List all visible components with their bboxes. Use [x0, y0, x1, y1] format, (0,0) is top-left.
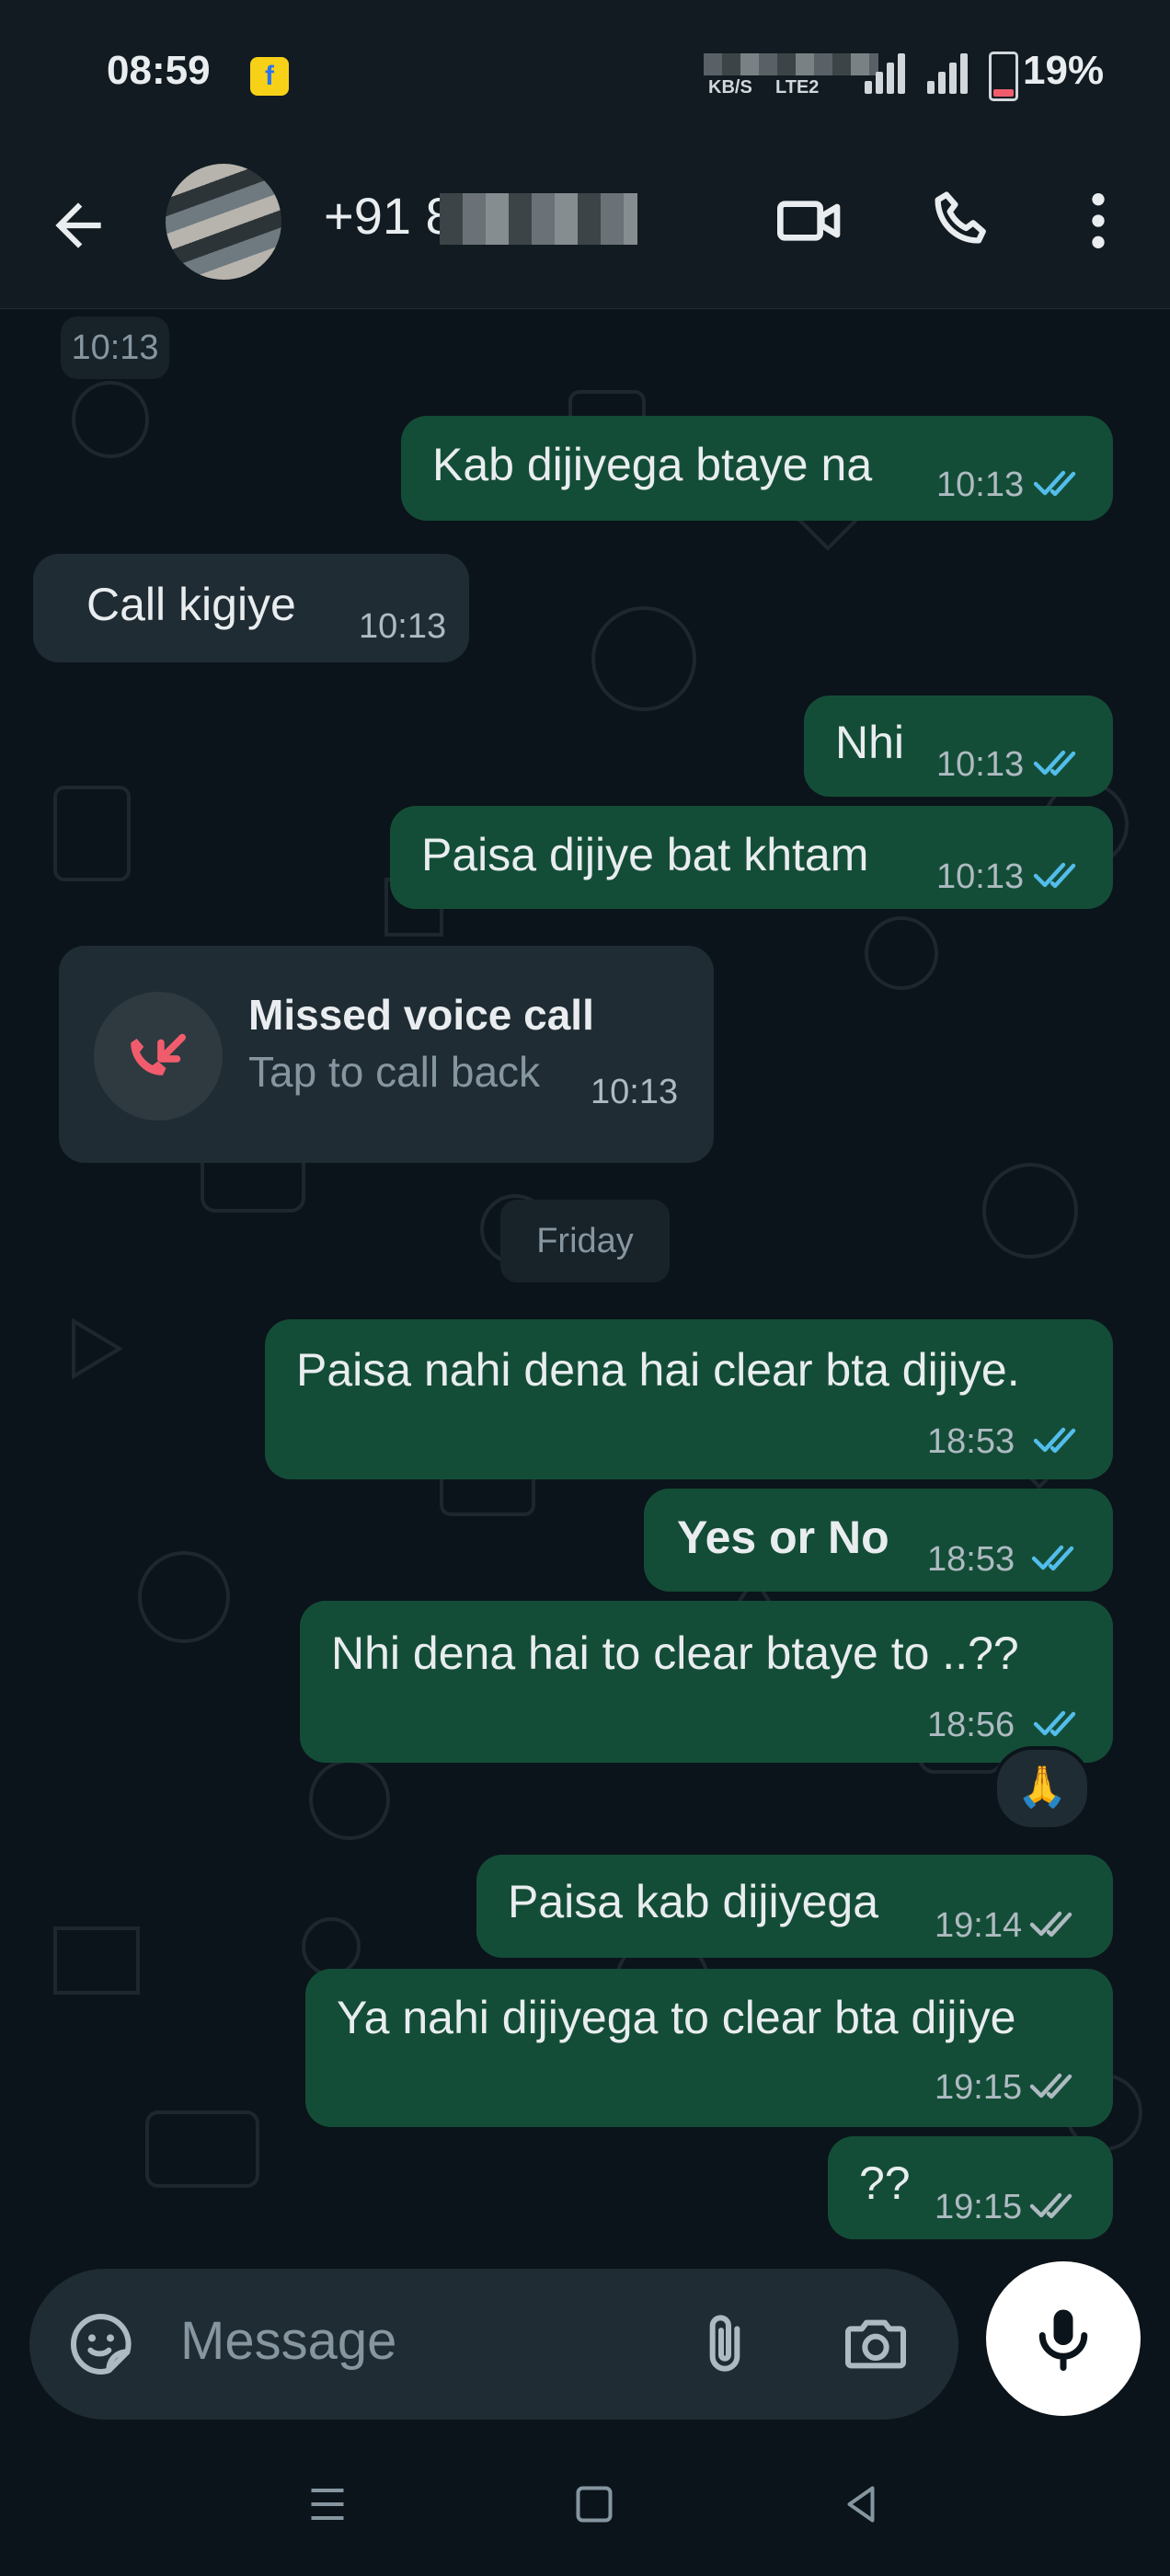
message-text: Nhi	[835, 717, 905, 768]
attach-icon[interactable]	[688, 2307, 762, 2381]
message-bubble-outgoing[interactable]: ?? 19:15	[828, 2136, 1113, 2239]
signal-strength-icon	[865, 53, 907, 94]
message-time: 19:15	[935, 2068, 1023, 2107]
message-time: 18:56	[927, 1706, 1015, 1744]
sticker-icon[interactable]	[64, 2307, 138, 2381]
read-ticks-icon	[1033, 862, 1076, 889]
missed-call-icon	[94, 992, 223, 1121]
message-time: 10:13	[936, 857, 1025, 896]
battery-icon	[989, 52, 1018, 101]
delivered-ticks-icon	[1029, 1911, 1072, 1938]
camera-icon[interactable]	[839, 2307, 912, 2381]
read-ticks-icon	[1033, 750, 1076, 776]
missed-call-title: Missed voice call	[248, 991, 594, 1039]
message-bubble-outgoing[interactable]: Paisa dijiye bat khtam 10:13	[390, 806, 1113, 909]
net-speed-unit: KB/S	[708, 77, 752, 98]
message-time: 19:14	[935, 1906, 1023, 1945]
message-text: Paisa nahi dena hai clear bta dijiye.	[296, 1344, 1020, 1396]
video-call-icon[interactable]	[773, 184, 846, 258]
message-time: 10:13	[936, 466, 1025, 504]
more-options-icon[interactable]	[1061, 184, 1135, 258]
missed-call-subtitle: Tap to call back	[248, 1048, 541, 1096]
message-bubble-outgoing[interactable]: Paisa nahi dena hai clear bta dijiye. 18…	[265, 1319, 1113, 1479]
recents-icon[interactable]	[300, 2477, 355, 2532]
missed-call-card[interactable]: Missed voice call Tap to call back 10:13	[59, 946, 714, 1163]
message-text: Nhi dena hai to clear btaye to ..??	[331, 1627, 1019, 1679]
contact-name-redaction	[440, 193, 637, 245]
home-icon[interactable]	[567, 2477, 622, 2532]
date-chip: Friday	[500, 1200, 670, 1282]
battery-percent: 19%	[1023, 48, 1105, 93]
read-ticks-icon	[1033, 1427, 1076, 1454]
message-time: 10:13	[359, 607, 447, 646]
timestamp-chip: 10:13	[61, 316, 169, 379]
message-text: Paisa dijiye bat khtam	[421, 829, 869, 880]
message-time: 19:15	[935, 2188, 1023, 2226]
network-speed-readout	[704, 53, 878, 75]
message-bubble-outgoing[interactable]: Nhi dena hai to clear btaye to ..?? 18:5…	[300, 1601, 1113, 1763]
mic-icon	[1038, 2309, 1088, 2371]
mic-button[interactable]	[986, 2261, 1141, 2416]
message-text: ??	[859, 2157, 911, 2209]
flipkart-notification-icon: f	[250, 57, 289, 96]
system-nav-bar	[0, 2434, 1170, 2576]
back-arrow-icon[interactable]	[44, 191, 112, 259]
back-icon[interactable]	[833, 2477, 889, 2532]
message-bubble-outgoing[interactable]: Ya nahi dijiyega to clear bta dijiye 19:…	[305, 1969, 1113, 2127]
message-text: Ya nahi dijiyega to clear bta dijiye	[337, 1992, 1016, 2043]
read-ticks-icon	[1033, 1710, 1076, 1737]
message-text: Kab dijiyega btaye na	[432, 439, 873, 490]
message-time: 18:53	[927, 1540, 1015, 1579]
message-time: 10:13	[936, 745, 1025, 784]
message-time: 10:13	[591, 1073, 679, 1111]
signal-strength-icon-2	[927, 53, 969, 94]
message-composer	[29, 2269, 958, 2420]
message-text: Call kigiye	[86, 579, 296, 630]
message-text: Yes or No	[677, 1512, 889, 1563]
network-type: LTE2	[775, 77, 820, 98]
message-bubble-outgoing[interactable]: Nhi 10:13	[804, 696, 1113, 797]
delivered-ticks-icon	[1029, 2192, 1072, 2219]
message-bubble-outgoing[interactable]: Paisa kab dijiyega 19:14	[476, 1855, 1113, 1958]
status-time: 08:59	[107, 48, 211, 93]
message-input[interactable]	[178, 2309, 660, 2373]
read-ticks-icon	[1033, 470, 1076, 497]
message-time: 18:53	[927, 1422, 1015, 1461]
delivered-ticks-icon	[1029, 2073, 1072, 2099]
read-ticks-icon	[1031, 1545, 1074, 1571]
message-bubble-outgoing[interactable]: Yes or No 18:53	[644, 1489, 1113, 1592]
status-bar: 08:59 f KB/S LTE2 19%	[0, 0, 1170, 152]
message-text: Paisa kab dijiyega	[508, 1876, 879, 1927]
avatar[interactable]	[166, 164, 281, 280]
voice-call-icon[interactable]	[926, 184, 1000, 258]
message-bubble-incoming[interactable]: Call kigiye 10:13	[33, 554, 469, 662]
reaction-emoji[interactable]: 🙏	[993, 1746, 1091, 1831]
message-bubble-outgoing[interactable]: Kab dijiyega btaye na 10:13	[401, 416, 1113, 521]
